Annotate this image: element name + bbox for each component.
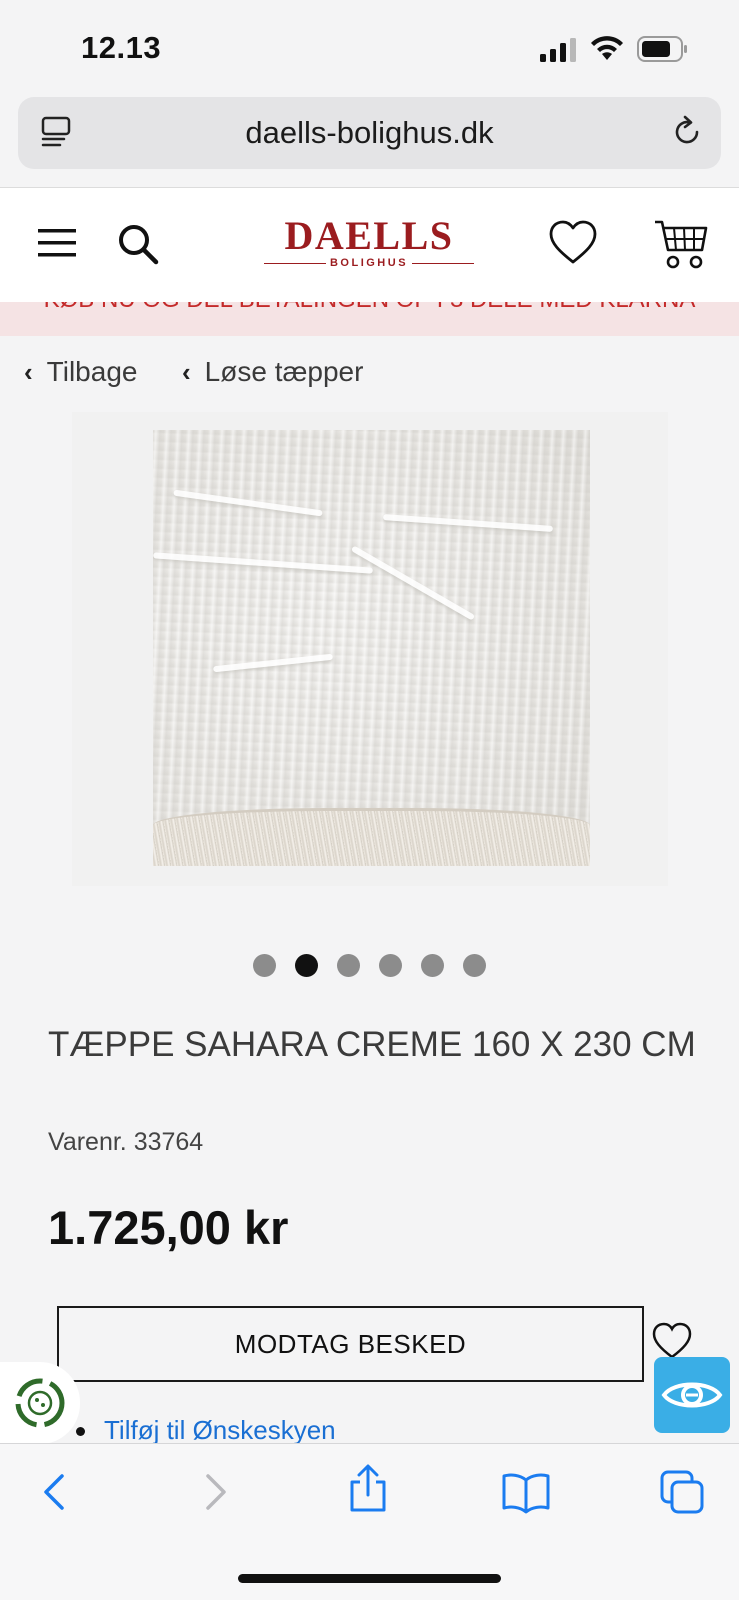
- carousel-dot[interactable]: [295, 954, 318, 977]
- rug-texture: [350, 545, 476, 621]
- site-header: DAELLS BOLIGHUS: [0, 187, 739, 302]
- back-label: Tilbage: [46, 356, 138, 387]
- wishlist-heart-icon[interactable]: [652, 1322, 692, 1360]
- forward-icon[interactable]: [192, 1470, 236, 1514]
- bookmarks-icon[interactable]: [502, 1470, 550, 1514]
- product-price: 1.725,00 kr: [48, 1201, 289, 1254]
- product-title: TÆPPE SAHARA CREME 160 X 230 CM: [48, 1025, 696, 1064]
- wishlist-link[interactable]: Tilføj til Ønskeskyen: [104, 1415, 336, 1446]
- carousel-dots: [253, 954, 505, 977]
- promo-text: KØB NU OG DEL BETALINGEN OP I 3 DELE MED…: [0, 302, 739, 314]
- wifi-icon: [591, 36, 623, 60]
- logo-divider: [412, 263, 474, 264]
- chevron-left-icon: ‹: [24, 356, 33, 387]
- product-image[interactable]: [153, 430, 590, 866]
- status-time: 12.13: [81, 30, 162, 65]
- rug-texture: [382, 514, 554, 532]
- status-bar: 12.13: [0, 0, 739, 95]
- home-indicator[interactable]: [238, 1574, 501, 1583]
- eye-icon: [661, 1382, 723, 1408]
- reload-icon[interactable]: [669, 114, 705, 150]
- carousel-dot[interactable]: [379, 954, 402, 977]
- logo-main-text: DAELLS: [284, 213, 454, 258]
- accessibility-eye-badge[interactable]: [654, 1357, 730, 1433]
- category-label: Løse tæpper: [204, 356, 364, 387]
- notify-button[interactable]: MODTAG BESKED: [57, 1306, 644, 1382]
- carousel-dot[interactable]: [421, 954, 444, 977]
- site-logo[interactable]: DAELLS BOLIGHUS: [264, 215, 474, 271]
- menu-icon[interactable]: [38, 228, 76, 258]
- cart-icon[interactable]: [654, 218, 708, 270]
- rug-texture: [173, 489, 323, 517]
- url-text[interactable]: daells-bolighus.dk: [18, 115, 721, 151]
- battery-icon: [637, 36, 687, 62]
- eco-badge[interactable]: [0, 1362, 80, 1444]
- product-sku: Varenr. 33764: [48, 1128, 204, 1156]
- rug-texture: [213, 653, 333, 673]
- heart-icon[interactable]: [549, 220, 597, 266]
- rug-fringe: [153, 808, 590, 866]
- search-icon[interactable]: [117, 223, 159, 265]
- back-link[interactable]: ‹ Tilbage: [24, 356, 137, 388]
- cellular-signal-icon: [540, 38, 576, 62]
- list-bullet: [76, 1427, 85, 1436]
- carousel-dot[interactable]: [253, 954, 276, 977]
- back-icon[interactable]: [34, 1470, 78, 1514]
- promo-banner[interactable]: KØB NU OG DEL BETALINGEN OP I 3 DELE MED…: [0, 302, 739, 336]
- carousel-dot[interactable]: [337, 954, 360, 977]
- rug-texture: [153, 552, 373, 574]
- category-link[interactable]: ‹ Løse tæpper: [182, 356, 363, 388]
- carousel-dot[interactable]: [463, 954, 486, 977]
- tabs-icon[interactable]: [660, 1470, 704, 1514]
- chevron-left-icon: ‹: [182, 356, 191, 387]
- recycle-icon: [15, 1378, 65, 1428]
- address-bar[interactable]: daells-bolighus.dk: [18, 97, 721, 169]
- share-icon[interactable]: [346, 1464, 390, 1514]
